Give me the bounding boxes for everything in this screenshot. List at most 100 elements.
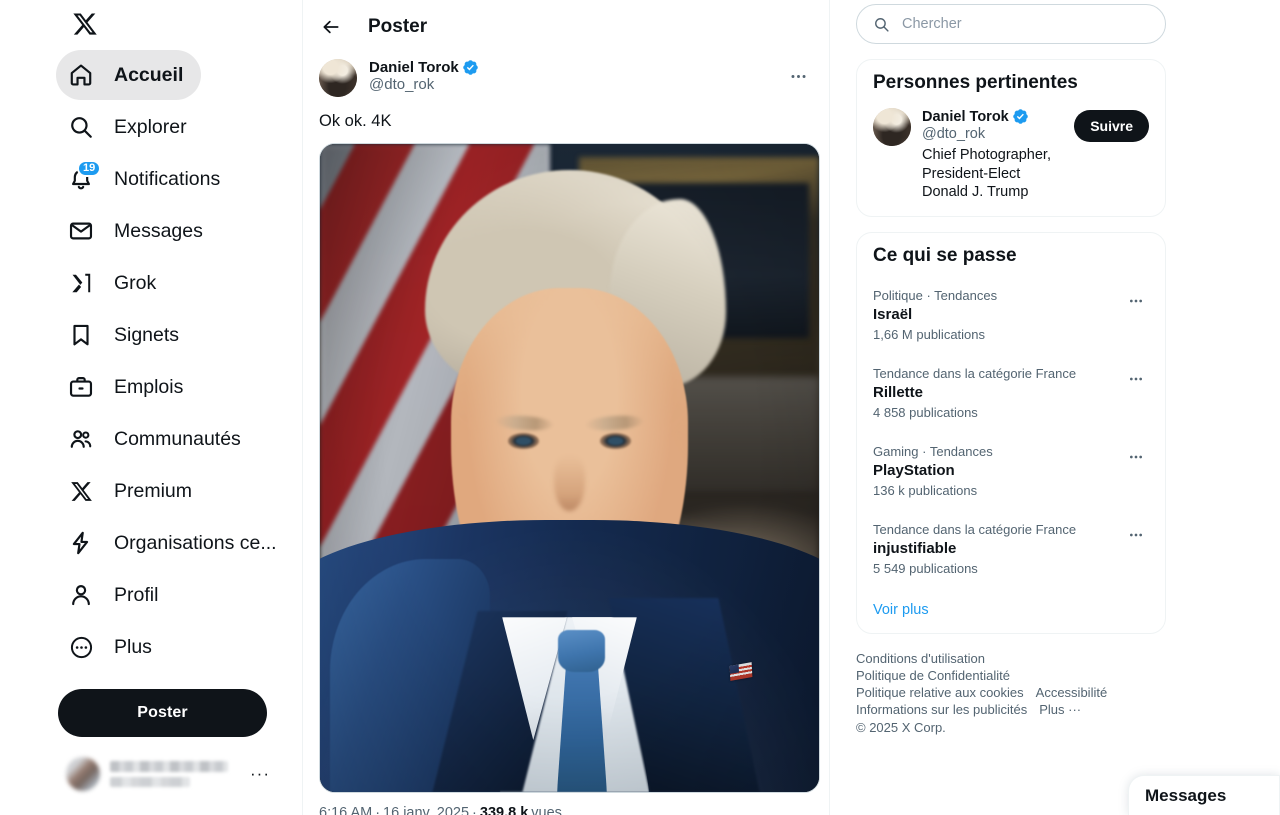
footer-link-accessibility[interactable]: Accessibilité xyxy=(1036,684,1108,701)
sidebar-item-label: Grok xyxy=(114,272,157,294)
trend-item[interactable]: Politique · Tendances Israël 1,66 M publ… xyxy=(857,277,1165,355)
main-timeline-column: Poster Daniel Torok @dto_rok Ok ok. 4K 6… xyxy=(302,0,830,815)
back-button[interactable] xyxy=(314,10,348,44)
grok-icon xyxy=(66,268,96,298)
photo-layers xyxy=(320,144,819,792)
trend-count: 1,66 M publications xyxy=(873,326,986,342)
trend-item[interactable]: Gaming · Tendances PlayStation 136 k pub… xyxy=(857,433,1165,511)
footer-row: Conditions d'utilisation xyxy=(856,650,1166,667)
trend-more-button[interactable] xyxy=(1123,288,1149,314)
x-logo-icon[interactable] xyxy=(66,5,104,43)
trend-more-button[interactable] xyxy=(1123,366,1149,392)
more-horizontal-icon[interactable]: ··· xyxy=(250,764,272,784)
more-horizontal-icon xyxy=(790,74,806,78)
trend-category: Tendance dans la catégorie France xyxy=(873,365,1077,381)
trend-body: Gaming · Tendances PlayStation 136 k pub… xyxy=(873,444,1123,499)
sidebar-item-signets[interactable]: Signets xyxy=(56,310,197,360)
sidebar-item-label: Messages xyxy=(114,220,203,242)
tweet-date: 16 janv. 2025 xyxy=(383,805,470,815)
footer-copyright: © 2025 X Corp. xyxy=(856,719,946,735)
meta-separator: · xyxy=(472,805,477,815)
sidebar-item-label: Explorer xyxy=(114,116,187,138)
verified-badge-icon xyxy=(1012,109,1028,124)
sidebar-item-grok[interactable]: Grok xyxy=(56,258,174,308)
tweet-views-count: 339,8 k xyxy=(479,805,529,815)
follow-button[interactable]: Suivre xyxy=(1074,110,1149,142)
sidebar-item-emplois[interactable]: Emplois xyxy=(56,362,201,412)
person-bio: Chief Photographer, President-Elect Dona… xyxy=(922,147,1051,200)
trend-category: Politique · Tendances xyxy=(873,287,998,303)
sidebar-item-explorer[interactable]: Explorer xyxy=(56,102,205,152)
more-horizontal-icon xyxy=(1130,377,1142,380)
sidebar-item-notifications[interactable]: 19 Notifications xyxy=(56,154,238,204)
trend-count: 5 549 publications xyxy=(873,560,978,576)
show-more-trends-link[interactable]: Voir plus xyxy=(857,589,1165,633)
trend-body: Tendance dans la catégorie France Rillet… xyxy=(873,366,1123,421)
tweet-photo[interactable] xyxy=(319,143,820,793)
tweet-metadata: 6:16 AM · 16 janv. 2025 · 339,8 k vues xyxy=(319,805,813,815)
trend-item[interactable]: Tendance dans la catégorie France Rillet… xyxy=(857,355,1165,433)
relevant-people-card: Personnes pertinentes Daniel Torok @dto_… xyxy=(856,59,1166,217)
sidebar-item-communautes[interactable]: Communautés xyxy=(56,414,259,464)
trend-body: Politique · Tendances Israël 1,66 M publ… xyxy=(873,288,1123,343)
sidebar-item-label: Profil xyxy=(114,584,159,606)
card-title: Personnes pertinentes xyxy=(873,72,1078,93)
tweet-time: 6:16 AM xyxy=(319,805,373,815)
person-icon xyxy=(66,580,96,610)
tweet-header: Daniel Torok @dto_rok xyxy=(319,53,813,97)
sidebar-item-organisations[interactable]: Organisations ce... xyxy=(56,518,278,568)
right-sidebar: Personnes pertinentes Daniel Torok @dto_… xyxy=(830,0,1280,815)
footer-link-ads-info[interactable]: Informations sur les publicités xyxy=(856,701,1027,718)
footer-link-privacy[interactable]: Politique de Confidentialité xyxy=(856,667,1010,684)
tweet-author: Daniel Torok @dto_rok xyxy=(369,59,783,93)
footer-row: Informations sur les publicités Plus ··· xyxy=(856,701,1166,718)
more-horizontal-icon xyxy=(1130,299,1142,302)
account-switcher[interactable]: ··· xyxy=(58,745,280,803)
trend-name: Rillette xyxy=(873,383,924,401)
trend-category: Gaming · Tendances xyxy=(873,443,993,459)
card-title: Ce qui se passe xyxy=(873,244,1017,266)
avatar[interactable] xyxy=(873,108,911,146)
footer-row: Politique de Confidentialité xyxy=(856,667,1166,684)
sidebar-item-profil[interactable]: Profil xyxy=(56,570,176,620)
search-input[interactable] xyxy=(902,16,1149,32)
trend-item[interactable]: Tendance dans la catégorie France injust… xyxy=(857,511,1165,589)
sidebar-item-premium[interactable]: Premium xyxy=(56,466,210,516)
sidebar-item-label: Communautés xyxy=(114,428,241,450)
tweet-views-label: vues xyxy=(531,805,562,815)
footer-link-cookies[interactable]: Politique relative aux cookies xyxy=(856,684,1024,701)
trend-body: Tendance dans la catégorie France injust… xyxy=(873,522,1123,577)
lightning-icon xyxy=(66,528,96,558)
envelope-icon xyxy=(66,216,96,246)
sidebar-item-accueil[interactable]: Accueil xyxy=(56,50,202,100)
account-redacted-text xyxy=(110,761,250,787)
whats-happening-card: Ce qui se passe Politique · Tendances Is… xyxy=(856,231,1166,634)
account-name-redacted xyxy=(110,761,228,772)
home-icon xyxy=(66,60,96,90)
sidebar-item-plus[interactable]: Plus xyxy=(56,622,170,672)
sidebar-item-label: Accueil xyxy=(114,64,184,86)
tweet-text: Ok ok. 4K xyxy=(319,112,392,130)
tweet-more-button[interactable] xyxy=(783,61,813,91)
sidebar-item-messages[interactable]: Messages xyxy=(56,206,221,256)
trend-more-button[interactable] xyxy=(1123,444,1149,470)
trend-more-button[interactable] xyxy=(1123,522,1149,548)
person-display-name[interactable]: Daniel Torok xyxy=(922,109,1009,125)
logo-row xyxy=(56,0,302,48)
author-display-name[interactable]: Daniel Torok xyxy=(369,59,459,76)
trend-count: 136 k publications xyxy=(873,482,978,498)
footer-row: Politique relative aux cookies Accessibi… xyxy=(856,684,1166,701)
search-box[interactable] xyxy=(856,4,1166,44)
page-title: Poster xyxy=(368,15,428,37)
arrow-left-icon xyxy=(323,20,339,33)
compose-post-button[interactable]: Poster xyxy=(58,689,267,737)
avatar[interactable] xyxy=(319,59,357,97)
messages-dock[interactable]: Messages xyxy=(1128,775,1280,815)
primary-sidebar: Accueil Explorer 19 Notifications Messag… xyxy=(0,0,302,815)
footer-link-terms[interactable]: Conditions d'utilisation xyxy=(856,650,985,667)
author-handle: @dto_rok xyxy=(369,76,435,93)
person-suggestion-row[interactable]: Daniel Torok @dto_rok Chief Photographer… xyxy=(857,104,1165,216)
search-icon xyxy=(875,17,889,32)
footer-link-more[interactable]: Plus ··· xyxy=(1039,701,1081,718)
more-circle-icon xyxy=(66,632,96,662)
